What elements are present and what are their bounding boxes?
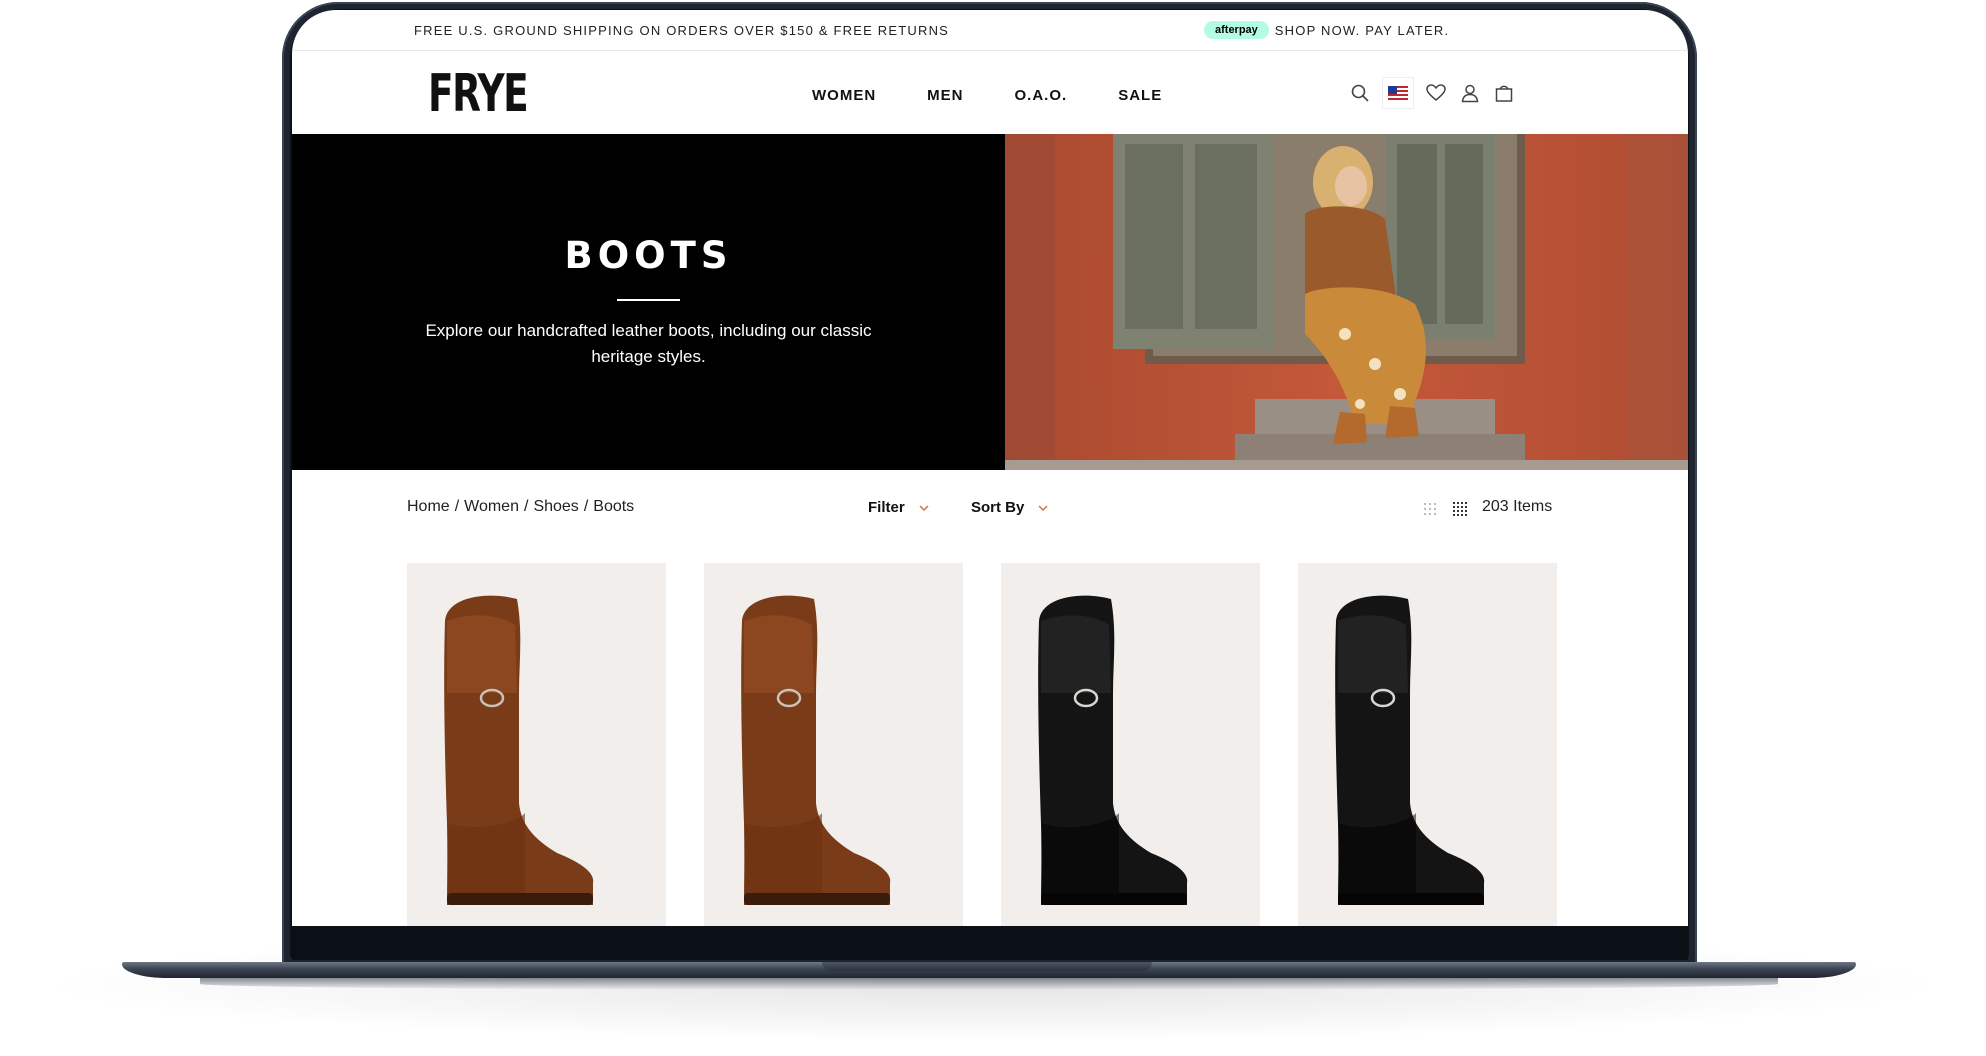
filter-dropdown[interactable]: Filter — [868, 499, 929, 516]
filter-label: Filter — [868, 499, 905, 516]
heart-icon[interactable] — [1424, 81, 1448, 105]
us-flag-icon[interactable] — [1382, 77, 1414, 109]
breadcrumb-home[interactable]: Home — [407, 498, 450, 516]
promo-bar: FREE U.S. GROUND SHIPPING ON ORDERS OVER… — [292, 10, 1688, 51]
product-image-brown-boot — [444, 595, 594, 905]
user-icon[interactable] — [1458, 81, 1482, 105]
sort-dropdown[interactable]: Sort By — [971, 499, 1048, 516]
frye-logo[interactable]: FRYE — [428, 68, 529, 120]
main-nav: WOMEN MEN O.A.O. SALE — [812, 87, 1213, 104]
title-divider — [617, 299, 680, 301]
afterpay-promo-text: SHOP NOW. PAY LATER. — [1274, 22, 1450, 38]
breadcrumb-boots[interactable]: Boots — [593, 498, 634, 516]
hero-text-panel: BOOTS Explore our handcrafted leather bo… — [292, 134, 1005, 470]
nav-men[interactable]: MEN — [927, 87, 963, 104]
chevron-down-icon — [1038, 504, 1048, 511]
search-icon[interactable] — [1348, 81, 1372, 105]
product-image-black-boot — [1335, 595, 1485, 905]
breadcrumb-shoes[interactable]: Shoes — [533, 498, 578, 516]
bag-icon[interactable] — [1492, 81, 1516, 105]
shipping-promo-text[interactable]: FREE U.S. GROUND SHIPPING ON ORDERS OVER… — [414, 23, 949, 38]
grid-4x4-icon[interactable] — [1453, 502, 1467, 516]
grid-toggles — [1423, 502, 1483, 516]
product-card[interactable] — [704, 563, 963, 926]
nav-sale[interactable]: SALE — [1118, 87, 1162, 104]
product-image-brown-boot — [741, 595, 891, 905]
nav-women[interactable]: WOMEN — [812, 87, 876, 104]
product-image-black-boot — [1038, 595, 1188, 905]
laptop-hinge-notch — [822, 962, 1152, 971]
hero-image — [1005, 134, 1688, 470]
breadcrumb-separator: / — [454, 498, 460, 515]
site-header: FRYE WOMEN MEN O.A.O. SALE — [292, 51, 1688, 134]
product-card[interactable] — [407, 563, 666, 926]
afterpay-logo: afterpay — [1204, 21, 1269, 39]
afterpay-promo[interactable]: afterpay SHOP NOW. PAY LATER. — [1204, 21, 1449, 39]
sort-label: Sort By — [971, 499, 1025, 516]
hero-description: Explore our handcrafted leather boots, i… — [425, 321, 872, 366]
page-title: BOOTS — [564, 234, 733, 277]
chevron-down-icon — [919, 504, 929, 511]
product-card[interactable] — [1001, 563, 1260, 926]
screen-bottom-bezel — [292, 926, 1688, 960]
browser-screen: FREE U.S. GROUND SHIPPING ON ORDERS OVER… — [292, 10, 1688, 926]
breadcrumb-women[interactable]: Women — [464, 498, 519, 516]
breadcrumb-separator: / — [583, 498, 589, 515]
nav-oao[interactable]: O.A.O. — [1015, 87, 1068, 104]
laptop-base-shadow — [200, 978, 1778, 990]
product-card[interactable] — [1298, 563, 1557, 926]
grid-2x2-icon[interactable] — [1423, 502, 1437, 516]
breadcrumb: Home / Women / Shoes / Boots — [407, 498, 634, 516]
header-icons — [1348, 77, 1526, 109]
item-count: 203 Items — [1482, 498, 1553, 515]
breadcrumb-separator: / — [523, 498, 529, 515]
